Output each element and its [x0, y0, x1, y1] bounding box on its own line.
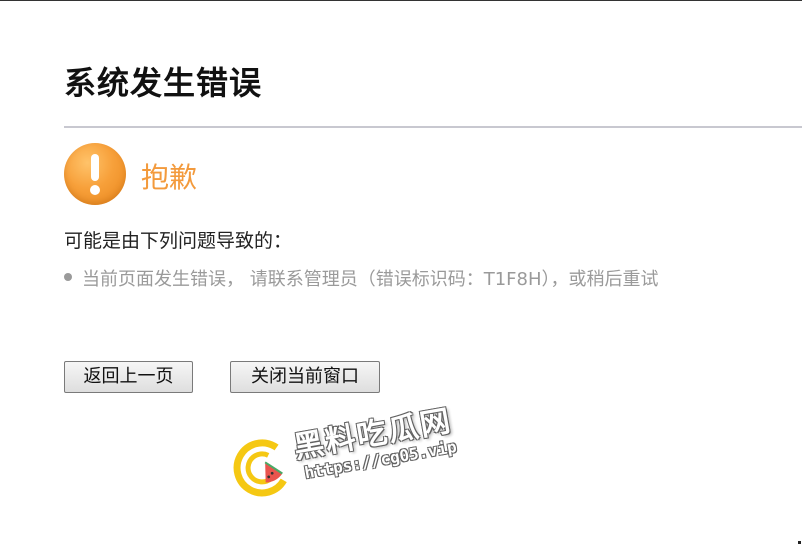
exclamation-bar [91, 154, 99, 181]
exclamation-dot [90, 185, 100, 195]
error-page: 系统发生错误 抱歉 可能是由下列问题导致的： 当前页面发生错误， 请联系管理员（… [0, 0, 802, 551]
top-border [0, 0, 802, 1]
watermark: 黑料吃瓜网 https://cg05.vip [226, 389, 476, 509]
corner-mark [798, 541, 801, 544]
watermelon-logo-icon [233, 439, 291, 497]
page-title: 系统发生错误 [64, 64, 263, 102]
bullet-icon [64, 273, 72, 281]
close-window-button[interactable]: 关闭当前窗口 [230, 361, 380, 393]
back-button[interactable]: 返回上一页 [64, 361, 193, 393]
alert-heading: 抱歉 [141, 161, 198, 194]
cause-heading: 可能是由下列问题导致的： [64, 230, 293, 252]
title-divider [64, 126, 802, 128]
cause-item-text: 当前页面发生错误， 请联系管理员（错误标识码：T1F8H），或稍后重试 [82, 269, 659, 290]
exclamation-circle-icon [64, 143, 126, 205]
